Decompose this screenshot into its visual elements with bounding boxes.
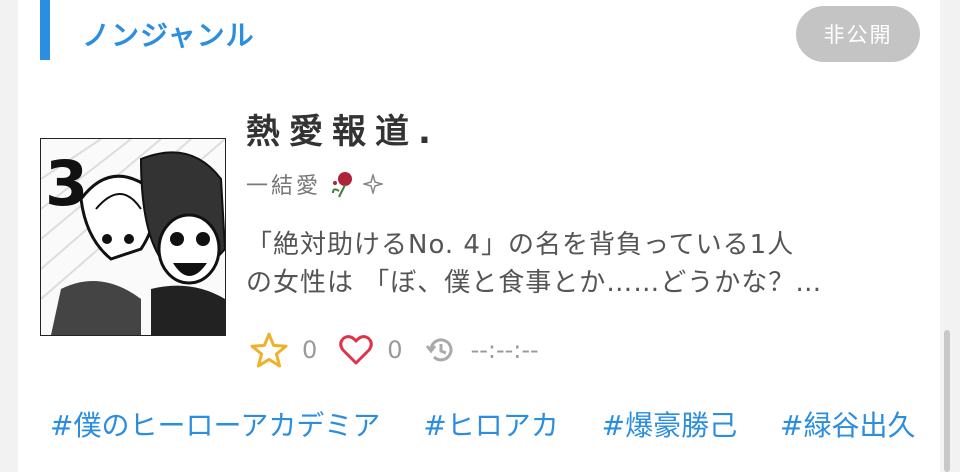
scrollbar-thumb[interactable] [944, 330, 950, 472]
genre-label: ノンジャンル [82, 19, 255, 52]
star-count: 0 [302, 336, 318, 364]
tag-item[interactable]: #爆豪勝己 [602, 409, 737, 442]
work-author-line: 一結愛 [246, 168, 384, 200]
tag-item[interactable]: #緑谷出久 [780, 409, 915, 442]
updated-stat: --:--:-- [425, 334, 539, 366]
sparkle-icon [363, 174, 384, 194]
work-thumbnail[interactable]: 3 [40, 138, 226, 336]
manga-cover-image: 3 [41, 139, 225, 335]
star-icon [250, 332, 288, 368]
work-stats: 0 0 --:--:-- [250, 330, 561, 370]
genre-accent-bar [40, 0, 50, 60]
star-stat[interactable]: 0 [250, 332, 317, 368]
heart-stat[interactable]: 0 [339, 334, 403, 366]
history-icon [425, 338, 453, 362]
updated-time: --:--:-- [470, 336, 539, 364]
heart-count: 0 [387, 336, 403, 364]
tag-list: #僕のヒーローアカデミア #ヒロアカ #爆豪勝己 #緑谷出久 [50, 404, 920, 444]
author-name: 一結愛 [246, 174, 322, 199]
heart-icon [339, 335, 374, 365]
private-status-badge: 非公開 [796, 6, 920, 62]
work-description: 「絶対助けるNo. 4」の名を背負っている1人 の女性は 「ぼ、僕と食事とか……… [246, 230, 823, 298]
tag-item[interactable]: #僕のヒーローアカデミア [50, 409, 380, 442]
tag-item[interactable]: #ヒロアカ [423, 409, 558, 442]
work-title[interactable]: 熱愛報道. [246, 104, 440, 153]
rose-icon [332, 172, 353, 198]
